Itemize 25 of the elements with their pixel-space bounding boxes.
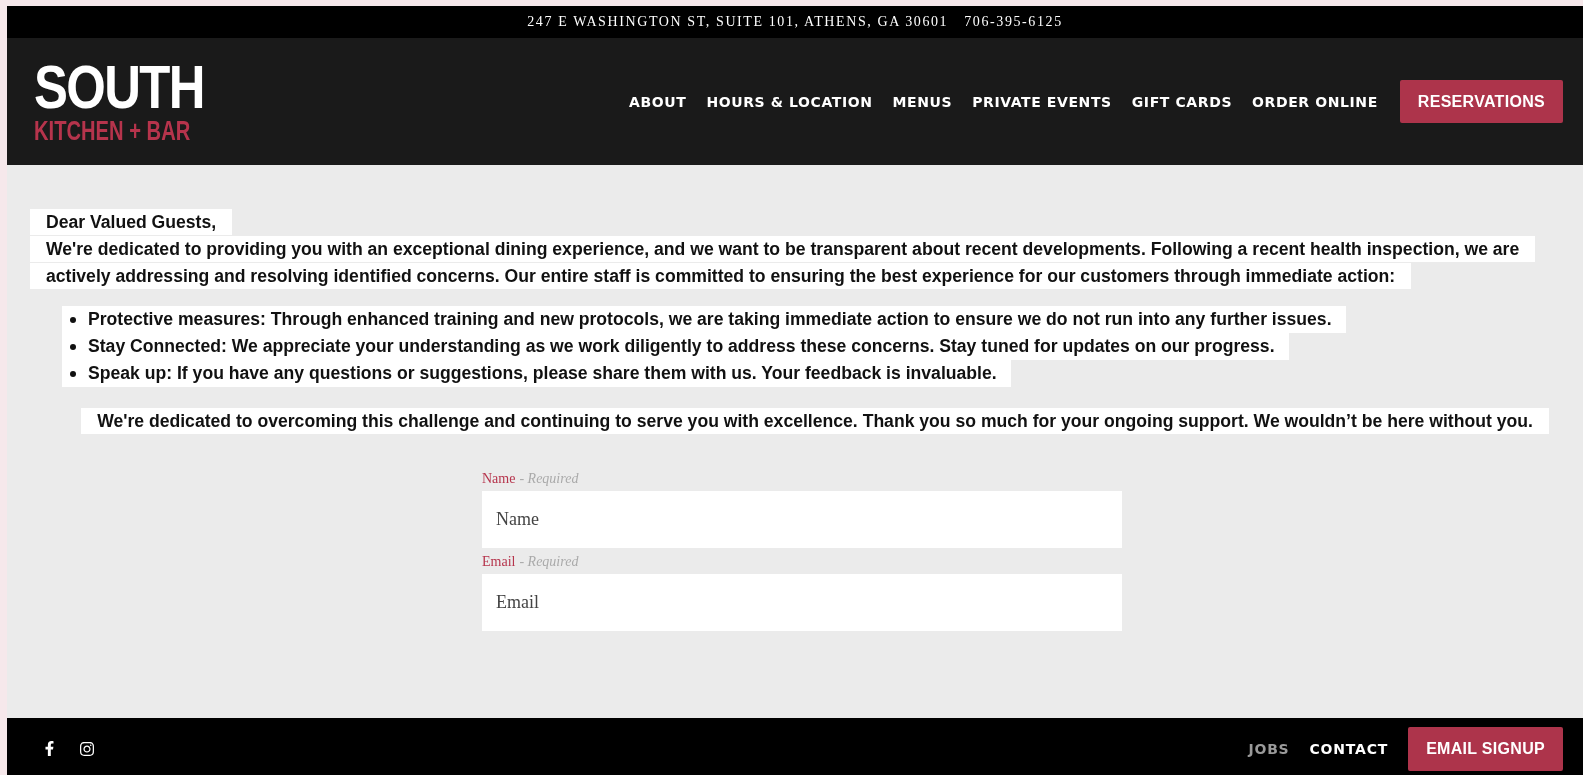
nav-link[interactable]: PRIVATE EVENTS: [972, 93, 1112, 110]
bullet-item: Speak up: If you have any questions or suggestions, please share them with us. Your feedback is invaluable.: [62, 360, 1011, 387]
instagram-icon[interactable]: [79, 740, 95, 757]
email-signup-button[interactable]: EMAIL SIGNUP: [1408, 726, 1563, 771]
nav-link[interactable]: HOURS & LOCATION: [706, 93, 873, 110]
facebook-icon[interactable]: [42, 741, 57, 756]
input-field[interactable]: Email: [482, 574, 1122, 631]
bullet-item: Stay Connected: We appreciate your understanding as we work diligently to address these concerns. Stay tuned for updates on our progress.: [62, 333, 1289, 360]
nav-link[interactable]: ABOUT: [629, 93, 687, 110]
nav-link[interactable]: GIFT CARDS: [1131, 93, 1233, 110]
phone-number[interactable]: 706-395-6125: [964, 14, 1063, 30]
notice-greeting: Dear Valued Guests,: [30, 209, 1568, 236]
nav-link[interactable]: ORDER ONLINE: [1252, 93, 1378, 110]
field-label: Email: [482, 554, 516, 570]
field-label: Name: [482, 471, 516, 487]
reservations-button[interactable]: RESERVATIONS: [1399, 80, 1563, 123]
input-field[interactable]: Name: [482, 491, 1122, 548]
required-note: - Required: [519, 554, 579, 570]
footer-link[interactable]: JOBS: [1248, 740, 1290, 757]
bullet-item: Protective measures: Through enhanced training and new protocols, we are taking immediate action to ensure we do not run into any further issues.: [62, 306, 1346, 333]
address-text: 247 E WASHINGTON ST, SUITE 101, ATHENS, GA 30601: [527, 14, 949, 30]
footer-link[interactable]: CONTACT: [1309, 740, 1389, 757]
logo-title[interactable]: SOUTH: [34, 58, 212, 115]
nav-link[interactable]: MENUS: [892, 93, 953, 110]
required-note: - Required: [519, 471, 579, 487]
